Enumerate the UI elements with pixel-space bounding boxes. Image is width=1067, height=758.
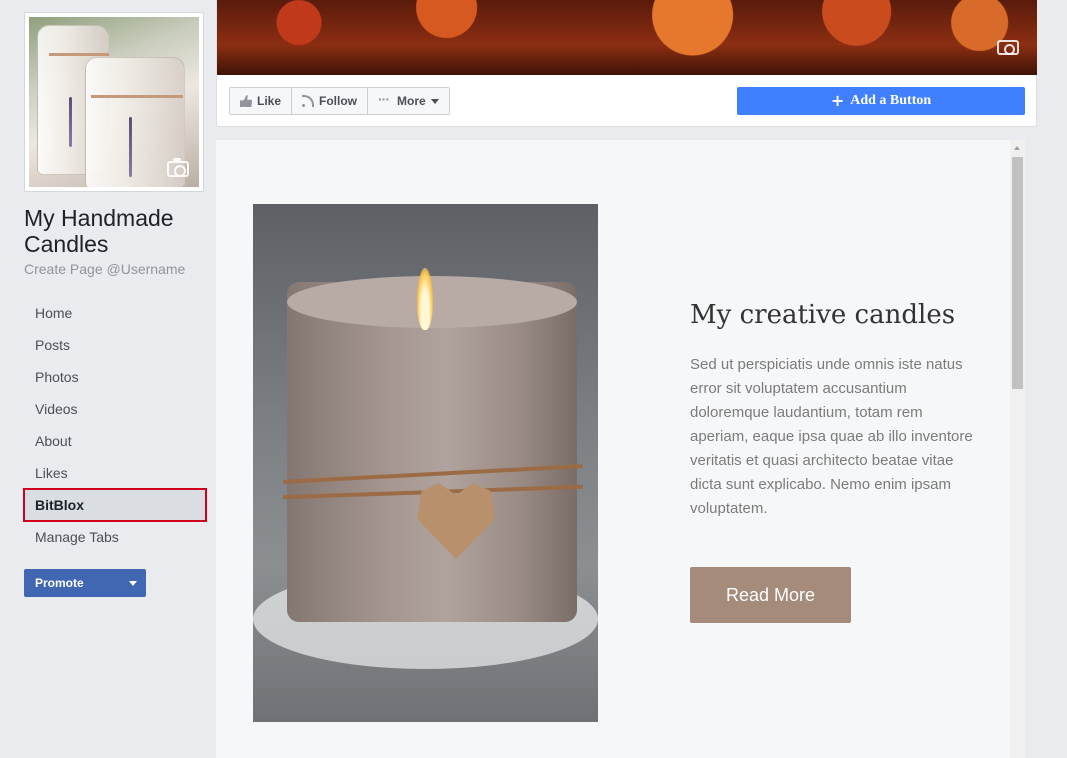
nav-item-about[interactable]: About [24,425,206,457]
page-header: Like Follow ··· More + Add a Button [216,0,1037,127]
candle-photo [253,204,598,722]
like-label: Like [257,94,282,108]
twine [91,95,183,98]
add-a-button[interactable]: + Add a Button [737,87,1025,115]
page-actions: Like Follow ··· More [229,87,450,115]
like-button[interactable]: Like [230,88,293,114]
cover-photo[interactable] [217,0,1037,75]
candle-body [287,282,577,622]
twine [49,53,109,56]
thumbs-up-icon [240,95,252,107]
camera-icon[interactable] [167,158,189,177]
lavender [129,117,132,177]
plus-icon: + [830,91,845,110]
nav-item-bitblox[interactable]: BitBlox [23,488,207,522]
more-label: More [397,94,426,108]
read-more-button[interactable]: Read More [690,567,851,623]
create-username-link[interactable]: Create Page @Username [24,261,185,277]
profile-photo [29,17,199,187]
text-block: My creative candles Sed ut perspiciatis … [690,300,980,521]
section-body: Sed ut perspiciatis unde omnis iste natu… [690,356,973,518]
more-dots-icon: ··· [378,91,390,107]
promote-label: Promote [35,576,84,590]
camera-icon[interactable] [997,40,1019,55]
lavender [69,97,72,147]
section-headline: My creative candles [690,300,956,330]
nav-item-videos[interactable]: Videos [24,393,206,425]
follow-icon [302,95,315,107]
flame [417,268,433,330]
nav-item-posts[interactable]: Posts [24,329,206,361]
scrollbar[interactable] [1010,140,1025,758]
nav-item-photos[interactable]: Photos [24,361,206,393]
bitblox-content: My creative candles Sed ut perspiciatis … [216,140,1010,758]
follow-button[interactable]: Follow [292,88,369,114]
nav-item-likes[interactable]: Likes [24,457,206,489]
promote-button[interactable]: Promote [24,569,146,597]
page-name[interactable]: My Handmade Candles [24,205,214,257]
more-button[interactable]: ··· More [368,88,449,114]
profile-picture[interactable] [24,12,204,192]
nav-item-manage-tabs[interactable]: Manage Tabs [24,521,206,553]
chevron-down-icon [430,98,439,104]
scroll-up-icon[interactable] [1014,146,1020,150]
page-nav: Home Posts Photos Videos About Likes Bit… [23,297,207,553]
chevron-down-icon[interactable] [120,569,146,597]
add-button-label: Add a Button [850,93,932,108]
nav-item-home[interactable]: Home [24,297,206,329]
scrollbar-thumb[interactable] [1012,157,1023,389]
follow-label: Follow [319,94,358,108]
